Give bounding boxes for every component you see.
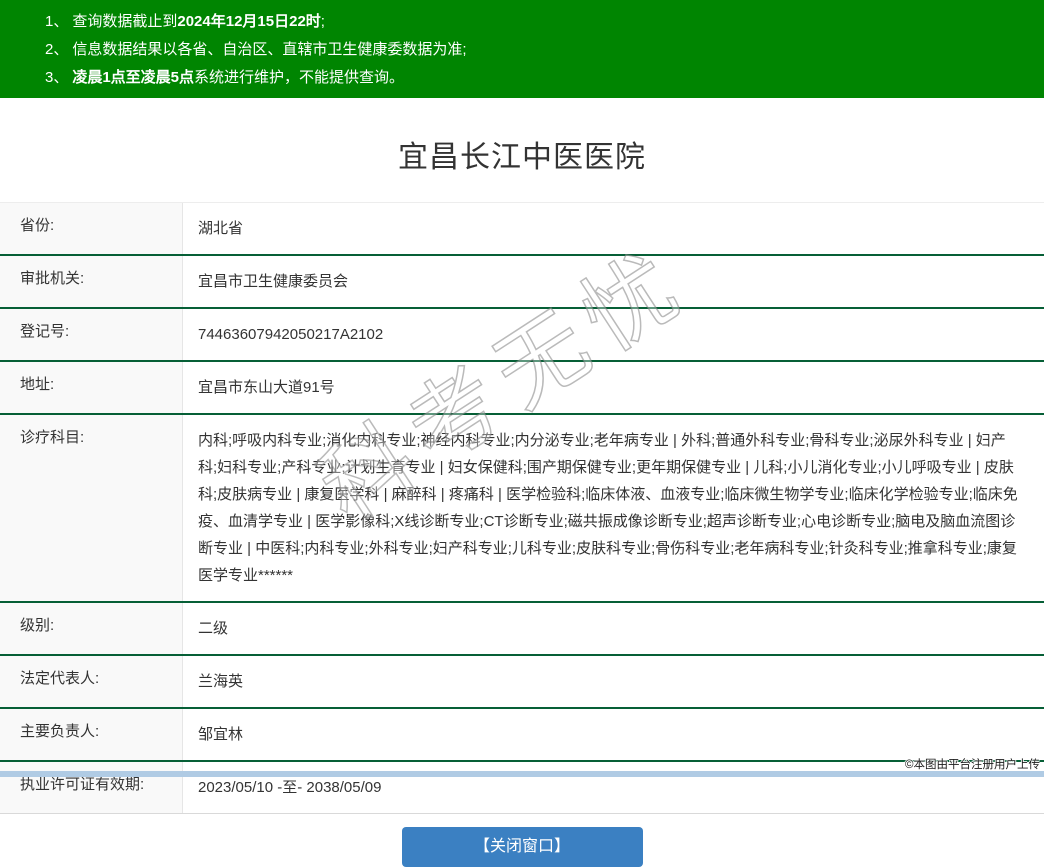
- page-title: 宜昌长江中医医院: [398, 141, 646, 174]
- row-value: 内科;呼吸内科专业;消化内科专业;神经内科专业;内分泌专业;老年病专业 | 外科…: [198, 432, 1018, 584]
- bottom-strip: [0, 771, 1044, 777]
- table-row: 级别: 二级: [0, 603, 1044, 656]
- notice-bar: 1、 查询数据截止到2024年12月15日22时; 2、 信息数据结果以各省、自治区、…: [0, 0, 1044, 98]
- row-label: 执业许可证有效期:: [0, 762, 183, 813]
- notice-text: 查询数据截止到: [72, 13, 178, 30]
- table-row: 法定代表人: 兰海英: [0, 656, 1044, 709]
- table-row: 主要负责人: 邹宜林: [0, 709, 1044, 762]
- row-value: 兰海英: [198, 673, 244, 690]
- row-label: 诊疗科目:: [0, 415, 183, 601]
- row-label: 地址:: [0, 362, 183, 413]
- row-label: 级别:: [0, 603, 183, 654]
- close-window-button[interactable]: 【关闭窗口】: [401, 827, 643, 867]
- table-row: 审批机关: 宜昌市卫生健康委员会: [0, 256, 1044, 309]
- table-row: 诊疗科目: 内科;呼吸内科专业;消化内科专业;神经内科专业;内分泌专业;老年病专业…: [0, 415, 1044, 603]
- table-row: 省份: 湖北省: [0, 203, 1044, 256]
- notice-number: 1、: [45, 13, 69, 30]
- photo-credit-watermark: ©本图由平台注册用户上传: [905, 759, 1040, 771]
- row-label: 主要负责人:: [0, 709, 183, 760]
- notice-line: 3、 凌晨1点至凌晨5点系统进行维护，不能提供查询。: [45, 64, 1034, 92]
- row-value: 宜昌市东山大道91号: [198, 379, 335, 396]
- info-table: 省份: 湖北省审批机关: 宜昌市卫生健康委员会登记号: 744636079420502…: [0, 202, 1044, 814]
- row-value: 邹宜林: [198, 726, 244, 743]
- table-row: 登记号: 74463607942050217A2102: [0, 309, 1044, 362]
- row-value: 二级: [198, 620, 229, 637]
- notice-text: 系统进行维护，不能提供查询。: [194, 69, 405, 86]
- notice-text: 凌晨1点至凌晨5点: [72, 69, 195, 86]
- row-label: 审批机关:: [0, 256, 183, 307]
- table-row: 地址: 宜昌市东山大道91号: [0, 362, 1044, 415]
- notice-list: 1、 查询数据截止到2024年12月15日22时; 2、 信息数据结果以各省、自治区、…: [45, 8, 1034, 92]
- notice-text: 2024年12月15日22时: [177, 13, 321, 30]
- notice-text: 信息数据结果以各省、自治区、直辖市卫生健康委数据为准;: [72, 41, 467, 58]
- row-label: 登记号:: [0, 309, 183, 360]
- row-label: 省份:: [0, 203, 183, 254]
- row-value: 湖北省: [198, 220, 244, 237]
- notice-text: ;: [320, 13, 325, 30]
- row-value: 74463607942050217A2102: [198, 326, 384, 343]
- notice-line: 2、 信息数据结果以各省、自治区、直辖市卫生健康委数据为准;: [45, 36, 1034, 64]
- table-row: 执业许可证有效期: 2023/05/10 -至- 2038/05/09: [0, 762, 1044, 814]
- notice-number: 2、: [45, 41, 69, 58]
- notice-line: 1、 查询数据截止到2024年12月15日22时;: [45, 8, 1034, 36]
- row-label: 法定代表人:: [0, 656, 183, 707]
- row-value: 宜昌市卫生健康委员会: [198, 273, 349, 290]
- notice-number: 3、: [45, 69, 69, 86]
